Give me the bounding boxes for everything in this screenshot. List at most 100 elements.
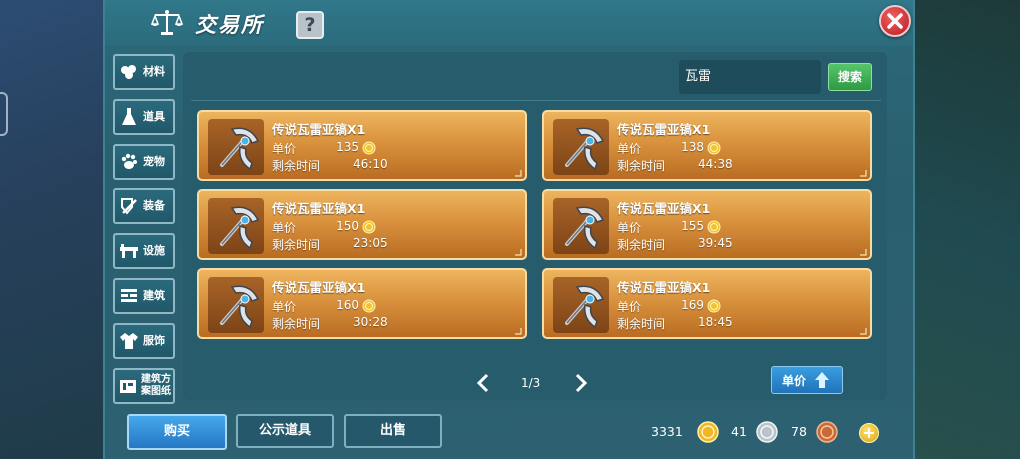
item-price: 155: [681, 219, 704, 233]
price-label: 单价: [272, 300, 297, 314]
listings-panel: 搜索 传说瓦雷亚镐X1 单价 135 剩余时间 46:10 传说瓦雷亚镐X1 单价 138 剩余…: [183, 52, 887, 400]
gold-coin-icon: [707, 299, 721, 313]
item-thumbnail: [553, 198, 609, 254]
gold-coin-icon: [707, 141, 721, 155]
sidebar-item-equipment[interactable]: 装备: [113, 188, 175, 225]
item-price: 138: [681, 140, 704, 154]
price-label: 单价: [617, 142, 642, 156]
page-title: 交易所: [195, 13, 264, 37]
sort-by-price-button[interactable]: 单价: [771, 366, 843, 394]
item-price: 150: [336, 219, 359, 233]
sell-tab[interactable]: 出售: [344, 414, 442, 448]
price-label: 单价: [617, 221, 642, 235]
facility-icon: [119, 241, 139, 261]
item-thumbnail: [208, 119, 264, 175]
item-name: 传说瓦雷亚镐X1: [617, 122, 711, 137]
equipment-icon: [119, 196, 139, 216]
add-currency-button[interactable]: +: [859, 423, 879, 443]
bottom-bar: 购买 公示道具 出售 3331 41 78 +: [105, 406, 913, 459]
time-remaining-label: 剩余时间: [272, 317, 321, 331]
silver-amount: 41: [731, 424, 747, 439]
time-remaining: 44:38: [698, 157, 733, 171]
pickaxe-icon: [220, 285, 260, 329]
sidebar-item-pets[interactable]: 宠物: [113, 143, 175, 180]
flask-icon: [119, 107, 139, 127]
wall-icon: [119, 286, 139, 306]
price-label: 单价: [617, 300, 642, 314]
listing-card[interactable]: 传说瓦雷亚镐X1 单价 138 剩余时间 44:38: [542, 110, 872, 181]
time-remaining-label: 剩余时间: [272, 159, 321, 173]
listing-card[interactable]: 传说瓦雷亚镐X1 单价 150 剩余时间 23:05: [197, 189, 527, 260]
time-remaining-label: 剩余时间: [617, 317, 666, 331]
sidebar-item-label: 设施: [143, 244, 165, 258]
search-input[interactable]: [679, 60, 821, 94]
sidebar-item-facilities[interactable]: 设施: [113, 233, 175, 270]
listing-card[interactable]: 传说瓦雷亚镐X1 单价 135 剩余时间 46:10: [197, 110, 527, 181]
item-thumbnail: [553, 119, 609, 175]
sidebar-item-blueprints[interactable]: 建筑方案图纸: [113, 367, 175, 404]
next-page-icon[interactable]: [573, 373, 589, 393]
item-price: 135: [336, 140, 359, 154]
item-thumbnail: [208, 198, 264, 254]
sidebar-item-materials[interactable]: 材料: [113, 54, 175, 90]
gold-coin-icon: [362, 220, 376, 234]
close-button[interactable]: [879, 5, 911, 37]
scales-icon: [151, 10, 183, 35]
listing-card[interactable]: 传说瓦雷亚镐X1 单价 169 剩余时间 18:45: [542, 268, 872, 339]
sidebar-item-label: 装备: [143, 199, 165, 213]
gold-coin-icon: [362, 299, 376, 313]
help-button[interactable]: ?: [296, 11, 324, 39]
sidebar-item-label: 材料: [143, 65, 165, 78]
side-drawer-handle[interactable]: [0, 92, 8, 136]
time-remaining: 46:10: [353, 157, 388, 171]
corner-ornament-icon: [860, 328, 867, 335]
item-name: 传说瓦雷亚镐X1: [272, 280, 366, 295]
corner-ornament-icon: [515, 249, 522, 256]
buy-tab[interactable]: 购买: [127, 414, 227, 450]
time-remaining: 30:28: [353, 315, 388, 329]
time-remaining-label: 剩余时间: [617, 159, 666, 173]
background-right: [910, 0, 1020, 459]
item-name: 传说瓦雷亚镐X1: [272, 122, 366, 137]
search-button[interactable]: 搜索: [828, 63, 872, 91]
time-remaining-label: 剩余时间: [617, 238, 666, 252]
sidebar-item-buildings[interactable]: 建筑: [113, 277, 175, 314]
sidebar-item-label: 服饰: [143, 333, 165, 347]
sidebar-item-clothing[interactable]: 服饰: [113, 322, 175, 359]
item-price: 160: [336, 298, 359, 312]
close-icon: [887, 13, 903, 29]
gold-amount: 3331: [651, 424, 683, 439]
divider: [191, 100, 881, 101]
blueprint-icon: [119, 376, 137, 396]
shirt-icon: [119, 331, 139, 351]
listing-card[interactable]: 传说瓦雷亚镐X1 单价 155 剩余时间 39:45: [542, 189, 872, 260]
pickaxe-icon: [220, 127, 260, 171]
item-thumbnail: [553, 277, 609, 333]
time-remaining: 18:45: [698, 315, 733, 329]
corner-ornament-icon: [515, 328, 522, 335]
time-remaining: 23:05: [353, 236, 388, 250]
cotton-icon: [119, 62, 139, 82]
sidebar-item-label: 道具: [143, 109, 165, 123]
sort-button-label: 单价: [782, 373, 807, 388]
copper-amount: 78: [791, 424, 807, 439]
item-thumbnail: [208, 277, 264, 333]
public-items-tab[interactable]: 公示道具: [236, 414, 334, 448]
title-bar: 交易所 ?: [105, 0, 913, 46]
sidebar-item-label: 宠物: [143, 154, 165, 168]
listing-card[interactable]: 传说瓦雷亚镐X1 单价 160 剩余时间 30:28: [197, 268, 527, 339]
sort-arrow-icon: [815, 372, 830, 388]
page-indicator: 1/3: [521, 376, 541, 390]
item-name: 传说瓦雷亚镐X1: [617, 201, 711, 216]
time-remaining-label: 剩余时间: [272, 238, 321, 252]
prev-page-icon[interactable]: [475, 373, 491, 393]
gold-coin-icon: [697, 421, 719, 443]
gold-coin-icon: [707, 220, 721, 234]
copper-coin-icon: [816, 421, 838, 443]
item-name: 传说瓦雷亚镐X1: [272, 201, 366, 216]
item-name: 传说瓦雷亚镐X1: [617, 280, 711, 295]
sidebar-item-label: 建筑: [143, 288, 165, 302]
sidebar-item-items[interactable]: 道具: [113, 98, 175, 135]
pickaxe-icon: [565, 127, 605, 171]
paw-icon: [119, 152, 139, 172]
